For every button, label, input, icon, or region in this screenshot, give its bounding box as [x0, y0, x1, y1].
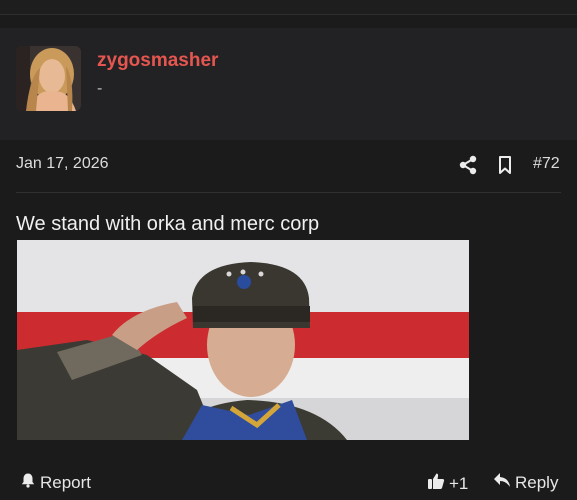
- post-gif-image[interactable]: [17, 240, 469, 440]
- bookmark-icon[interactable]: [495, 155, 515, 175]
- post-message: We stand with orka and merc corp: [16, 213, 320, 235]
- reply-arrow-icon: [493, 472, 511, 493]
- like-label: +1: [449, 473, 469, 493]
- share-icon[interactable]: [458, 155, 478, 175]
- like-button[interactable]: +1: [427, 472, 468, 495]
- thumbs-up-icon: [427, 472, 445, 495]
- avatar[interactable]: [16, 46, 81, 111]
- post-number[interactable]: #72: [533, 155, 560, 173]
- post-date[interactable]: Jan 17, 2026: [16, 155, 109, 173]
- reply-button[interactable]: Reply: [493, 472, 558, 493]
- username[interactable]: zygosmasher: [97, 50, 218, 72]
- report-button[interactable]: Report: [20, 472, 91, 493]
- reply-label: Reply: [515, 472, 559, 492]
- bell-icon: [20, 472, 36, 493]
- top-strip: [0, 0, 577, 14]
- top-divider: [0, 14, 577, 15]
- header-divider: [16, 192, 561, 193]
- user-title: -: [97, 80, 103, 97]
- report-label: Report: [40, 472, 92, 492]
- post-header: [0, 28, 577, 140]
